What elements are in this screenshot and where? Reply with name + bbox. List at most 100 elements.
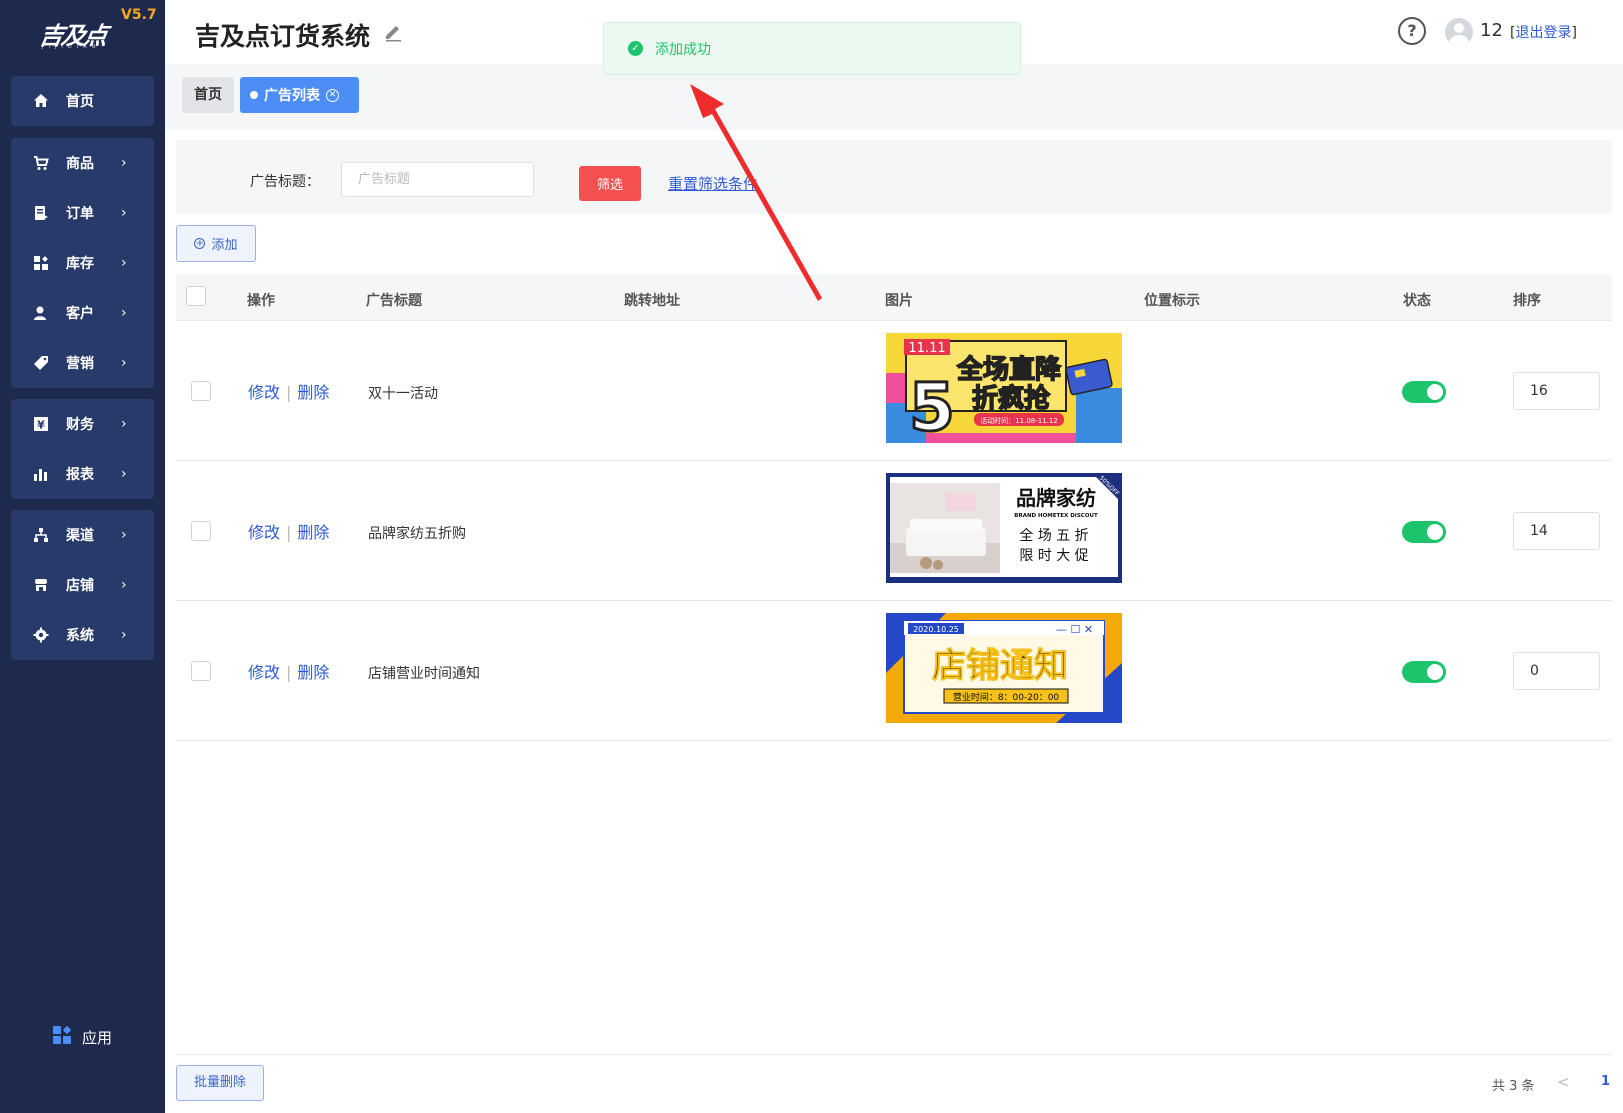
- page-number[interactable]: 1: [1601, 1074, 1610, 1089]
- sidebar-item-stores[interactable]: 店铺 ›: [11, 560, 154, 610]
- edit-link[interactable]: 修改: [248, 663, 280, 682]
- banner-tag: 11.11: [908, 341, 945, 356]
- logo[interactable]: 吉及点 JIJIDIAN V5.7: [0, 0, 165, 60]
- table-row: 修改 | 删除 双十一活动 11.11 5 全场直降 折疯抢 活动时间：11.08-…: [176, 321, 1612, 461]
- chevron-right-icon: ›: [121, 627, 127, 643]
- chevron-right-icon: ›: [121, 355, 127, 371]
- chevron-right-icon: ›: [121, 466, 127, 482]
- edit-link[interactable]: 修改: [248, 523, 280, 542]
- chevron-right-icon: ›: [121, 416, 127, 432]
- banner-sub: 营业时间：8：00-20：00: [953, 691, 1060, 703]
- status-toggle[interactable]: [1402, 381, 1446, 403]
- version-badge: V5.7: [121, 7, 157, 23]
- plus-icon: +: [194, 238, 206, 249]
- chevron-right-icon: ›: [121, 305, 127, 321]
- banner-line1: 店铺通知: [932, 646, 1068, 686]
- row-checkbox[interactable]: [191, 521, 211, 541]
- sidebar-item-label: 渠道: [66, 528, 94, 544]
- divider: |: [286, 663, 292, 682]
- sidebar-item-label: 店铺: [66, 578, 94, 594]
- sidebar-item-marketing[interactable]: 营销 ›: [11, 338, 154, 388]
- tab-label: 广告列表: [264, 88, 320, 104]
- sidebar-item-home[interactable]: 首页: [11, 76, 154, 126]
- filter-button[interactable]: 筛选: [579, 166, 641, 201]
- customer-icon: [32, 305, 49, 322]
- banner-sub: 活动时间：11.08-11.12: [980, 416, 1058, 425]
- logo-subtext: JIJIDIAN: [42, 44, 101, 50]
- apps-icon: [52, 1025, 72, 1049]
- delete-link[interactable]: 删除: [297, 383, 329, 402]
- sort-input[interactable]: [1513, 372, 1600, 410]
- banner-line1: 品牌家纺: [1016, 486, 1096, 510]
- channel-icon: [32, 527, 49, 544]
- logout-link[interactable]: 退出登录: [1515, 25, 1571, 41]
- status-toggle[interactable]: [1402, 661, 1446, 683]
- row-actions: 修改 | 删除: [248, 519, 329, 543]
- sidebar-item-channels[interactable]: 渠道 ›: [11, 510, 154, 560]
- sort-input[interactable]: [1513, 512, 1600, 550]
- sort-input[interactable]: [1513, 652, 1600, 690]
- sidebar-item-inventory[interactable]: 库存 ›: [11, 238, 154, 288]
- close-icon[interactable]: ✕: [326, 88, 339, 102]
- chevron-right-icon: ›: [121, 155, 127, 171]
- apps-button[interactable]: 应用: [52, 1025, 112, 1049]
- ad-image-double11: 11.11 5 全场直降 折疯抢 活动时间：11.08-11.12: [886, 333, 1122, 443]
- row-actions: 修改 | 删除: [248, 379, 329, 403]
- tag-icon: [32, 355, 49, 372]
- tab-ad-list[interactable]: 广告列表 ✕: [240, 77, 359, 113]
- tab-home[interactable]: 首页: [182, 77, 234, 113]
- delete-link[interactable]: 删除: [297, 523, 329, 542]
- sidebar-item-orders[interactable]: 订单 ›: [11, 188, 154, 238]
- divider: |: [286, 383, 292, 402]
- logout-wrapper: [退出登录]: [1510, 22, 1577, 42]
- filter-panel: 广告标题： 筛选 重置筛选条件: [176, 140, 1612, 214]
- ad-title-input[interactable]: [341, 162, 534, 197]
- col-url: 跳转地址: [624, 293, 680, 309]
- gear-icon: [32, 627, 49, 644]
- apps-label: 应用: [82, 1028, 113, 1047]
- filter-label: 广告标题：: [250, 174, 320, 190]
- sidebar-item-label: 系统: [66, 628, 94, 644]
- sidebar-item-system[interactable]: 系统 ›: [11, 610, 154, 660]
- banner-line1: 全场直降: [956, 354, 1062, 385]
- add-button[interactable]: + 添加: [176, 225, 256, 262]
- edit-link[interactable]: 修改: [248, 383, 280, 402]
- sidebar-item-label: 库存: [66, 256, 94, 272]
- sidebar-item-finance[interactable]: ¥ 财务 ›: [11, 399, 154, 449]
- sidebar-item-goods[interactable]: 商品 ›: [11, 138, 154, 188]
- toast-message: 添加成功: [655, 41, 711, 58]
- col-actions: 操作: [247, 293, 275, 309]
- success-toast: ✓ 添加成功: [603, 22, 1021, 75]
- sidebar-item-label: 首页: [66, 94, 94, 110]
- row-checkbox[interactable]: [191, 381, 211, 401]
- table-row: 修改 | 删除 品牌家纺五折购 品牌家纺 BRAND HOMETEX DISCOUT…: [176, 461, 1612, 601]
- prev-page-icon[interactable]: <: [1557, 1073, 1570, 1091]
- edit-icon[interactable]: [383, 22, 403, 46]
- chevron-right-icon: ›: [121, 527, 127, 543]
- sidebar-item-customers[interactable]: 客户 ›: [11, 288, 154, 338]
- sidebar-item-reports[interactable]: 报表 ›: [11, 449, 154, 499]
- reset-filter-link[interactable]: 重置筛选条件: [668, 173, 758, 194]
- col-ad-title: 广告标题: [366, 293, 422, 309]
- banner-en: BRAND HOMETEX DISCOUT: [1014, 513, 1098, 519]
- col-image: 图片: [885, 293, 913, 309]
- delete-link[interactable]: 删除: [297, 663, 329, 682]
- chevron-right-icon: ›: [121, 255, 127, 271]
- col-sort: 排序: [1513, 293, 1541, 309]
- col-position: 位置标示: [1144, 293, 1200, 309]
- batch-delete-button[interactable]: 批量删除: [176, 1065, 264, 1101]
- sidebar-item-label: 财务: [66, 417, 94, 433]
- row-checkbox[interactable]: [191, 661, 211, 681]
- order-icon: [32, 205, 49, 222]
- avatar[interactable]: [1445, 18, 1473, 46]
- nav-group-finance: ¥ 财务 › 报表 ›: [11, 399, 154, 499]
- select-all-checkbox[interactable]: [186, 286, 206, 306]
- footer-divider: [176, 1054, 1612, 1055]
- status-toggle[interactable]: [1402, 521, 1446, 543]
- ad-title: 店铺营业时间通知: [368, 666, 480, 682]
- sidebar-item-label: 报表: [66, 467, 94, 483]
- help-icon[interactable]: ?: [1398, 17, 1426, 45]
- user-name: 12: [1480, 20, 1503, 41]
- cart-icon: [32, 155, 49, 172]
- nav-group-business: 商品 › 订单 › 库存 › 客户 › 营销 ›: [11, 138, 154, 388]
